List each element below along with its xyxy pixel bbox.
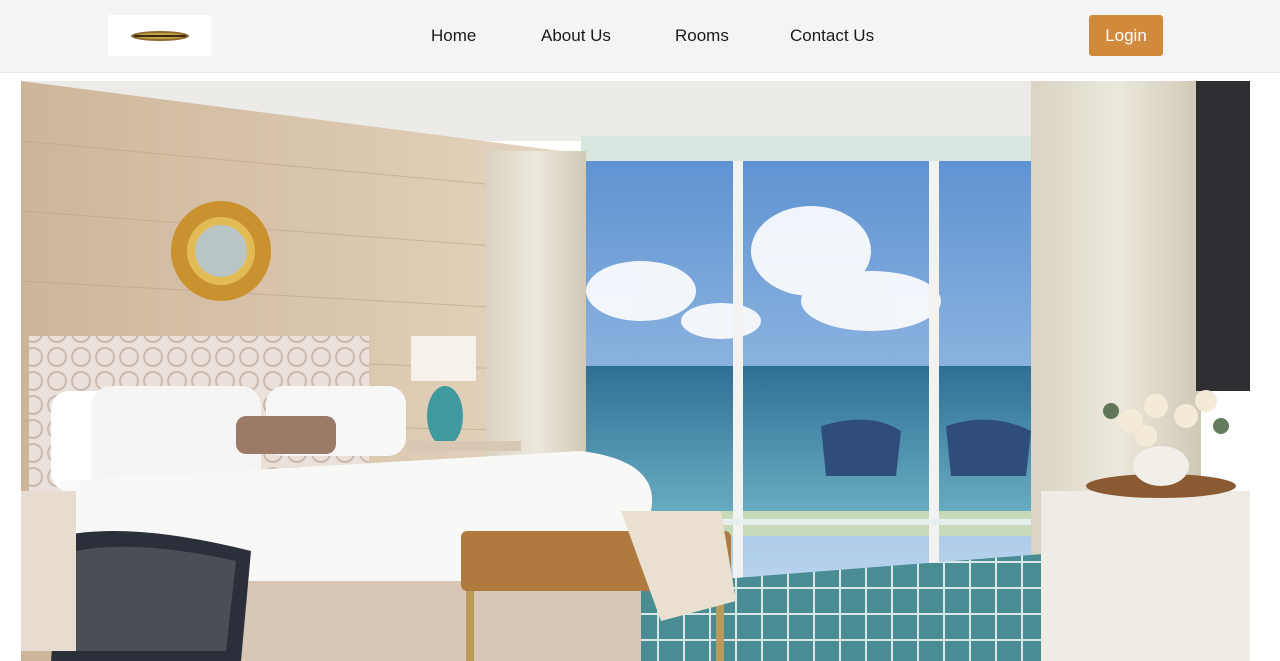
login-button[interactable]: Login — [1089, 15, 1163, 56]
hero-banner — [21, 81, 1250, 661]
nav-about-link[interactable]: About Us — [541, 26, 611, 46]
hotel-logo[interactable] — [108, 15, 211, 56]
hotel-room-ocean-view-image — [21, 81, 1250, 661]
nav-home-link[interactable]: Home — [431, 26, 476, 46]
navbar: Home About Us Rooms Contact Us Login — [0, 0, 1280, 73]
hotel-logo-icon — [130, 30, 189, 41]
nav-rooms-link[interactable]: Rooms — [675, 26, 729, 46]
nav-contact-link[interactable]: Contact Us — [790, 26, 874, 46]
